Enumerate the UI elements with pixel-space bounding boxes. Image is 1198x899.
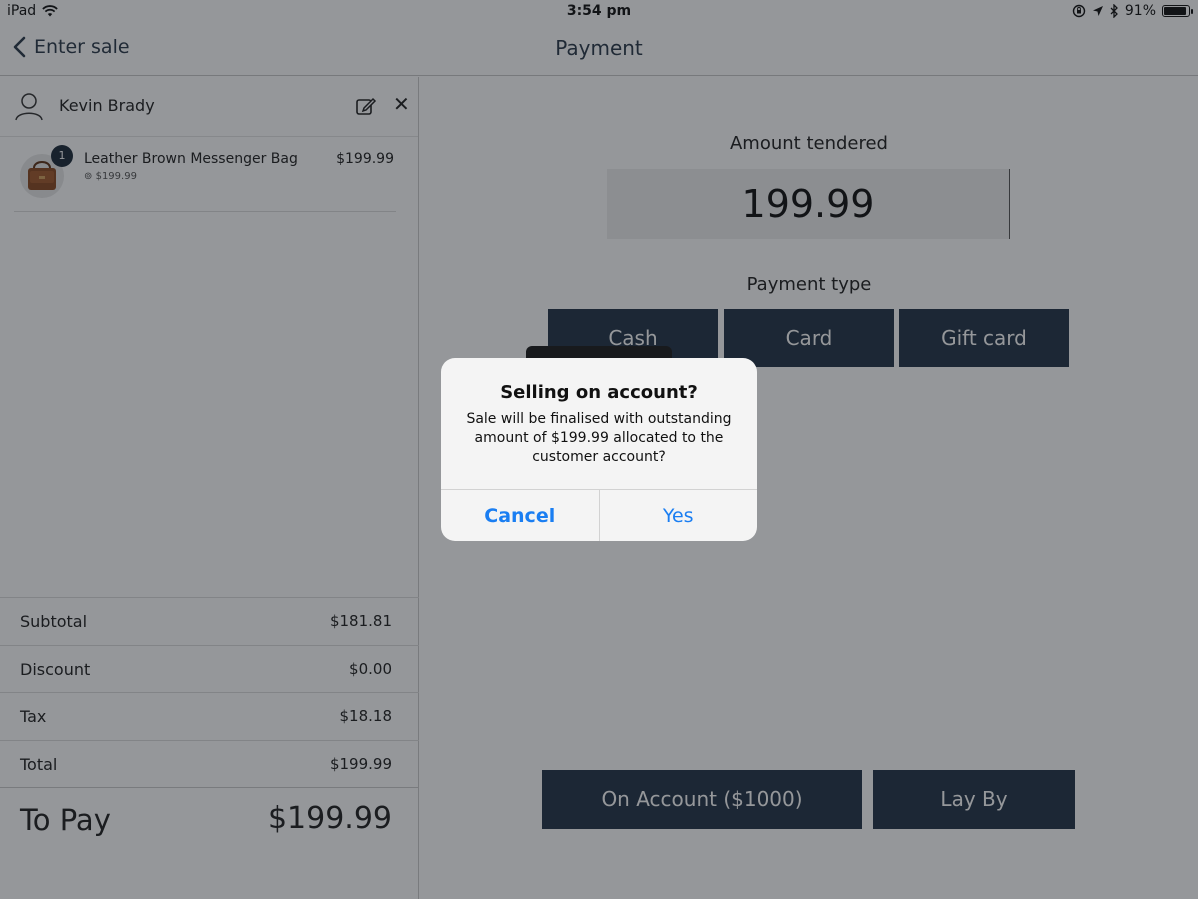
dialog-message: Sale will be finalised with outstanding … xyxy=(466,411,732,465)
cancel-button[interactable]: Cancel xyxy=(441,490,600,541)
dialog-title: Selling on account? xyxy=(500,382,698,403)
confirm-dialog: Selling on account? Sale will be finalis… xyxy=(441,358,757,541)
yes-button[interactable]: Yes xyxy=(600,490,758,541)
dialog-actions: Cancel Yes xyxy=(441,489,757,541)
